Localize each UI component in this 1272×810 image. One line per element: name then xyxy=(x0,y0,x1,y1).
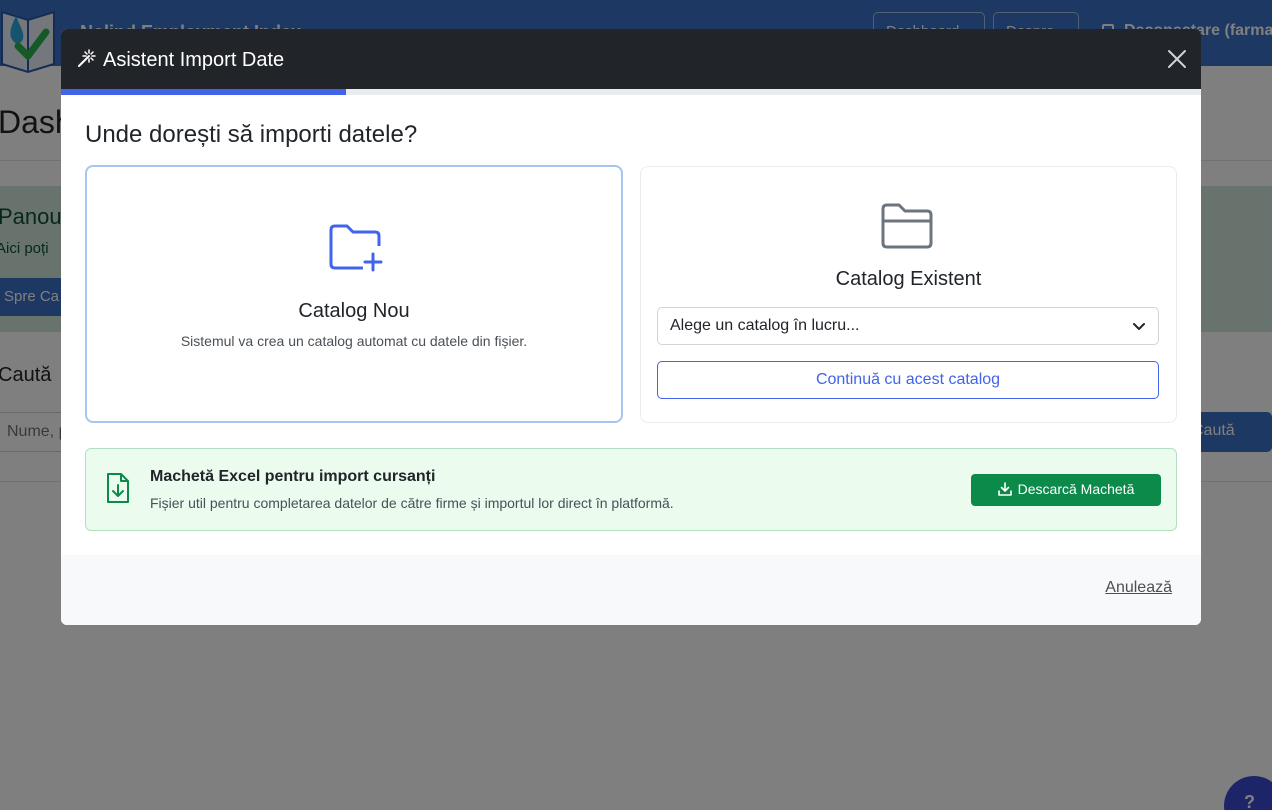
new-catalog-description: Sistemul va crea un catalog automat cu d… xyxy=(180,333,528,349)
template-download-box: Machetă Excel pentru import cursanți Fiș… xyxy=(85,448,1177,531)
download-template-label: Descarcă Machetă xyxy=(1017,481,1135,497)
step-question: Unde dorești să importi datele? xyxy=(85,121,418,148)
folder-plus-icon xyxy=(329,224,383,272)
catalog-select[interactable]: Alege un catalog în lucru... xyxy=(657,307,1159,345)
template-description: Fișier util pentru completarea datelor d… xyxy=(150,495,674,511)
modal-header: Asistent Import Date xyxy=(61,29,1201,89)
new-catalog-card[interactable]: Catalog Nou Sistemul va crea un catalog … xyxy=(85,165,623,423)
modal-footer: Anulează xyxy=(61,555,1201,625)
folder-icon xyxy=(881,203,933,249)
close-icon[interactable] xyxy=(1167,49,1187,69)
template-title: Machetă Excel pentru import cursanți xyxy=(150,468,436,485)
file-download-icon xyxy=(107,473,129,503)
download-template-button[interactable]: Descarcă Machetă xyxy=(971,474,1161,506)
magic-wand-icon xyxy=(78,49,96,67)
new-catalog-title: Catalog Nou xyxy=(298,300,410,322)
modal-title-text: Asistent Import Date xyxy=(103,49,285,71)
download-icon xyxy=(997,482,1012,496)
existing-catalog-title: Catalog Existent xyxy=(835,268,982,290)
cancel-link[interactable]: Anulează xyxy=(1105,579,1172,597)
wizard-progress-bar xyxy=(61,89,346,95)
wizard-progress xyxy=(61,89,1201,95)
modal-title: Asistent Import Date xyxy=(77,48,284,72)
continue-catalog-button[interactable]: Continuă cu acest catalog xyxy=(657,361,1159,399)
chevron-down-icon xyxy=(1133,323,1145,330)
import-wizard-modal: Asistent Import Date Unde dorești să imp… xyxy=(61,29,1201,625)
existing-catalog-card: Catalog Existent Alege un catalog în luc… xyxy=(640,166,1177,423)
catalog-select-value: Alege un catalog în lucru... xyxy=(670,317,860,334)
